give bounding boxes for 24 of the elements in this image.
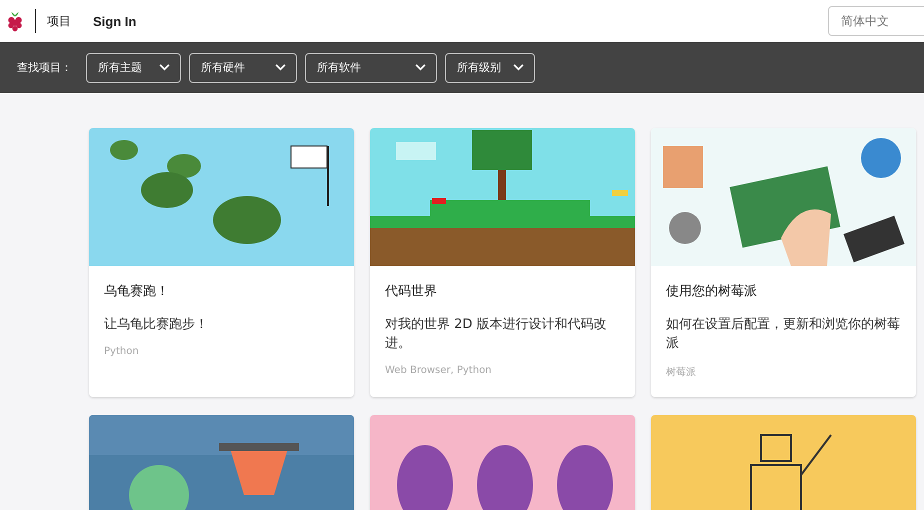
nav-link[interactable]: Sign In (93, 14, 136, 28)
filter-label: 查找项目： (17, 60, 72, 75)
card-title: 代码世界 (385, 283, 438, 300)
filter-dropdown[interactable]: 所有软件 (305, 52, 437, 82)
chevron-icon (159, 64, 170, 71)
card-title: 使用您的树莓派 (666, 283, 758, 300)
filter-dropdown[interactable]: 所有级别 (445, 52, 535, 82)
card-tags: Python (104, 346, 339, 357)
card-title: 乌龟赛跑！ (104, 283, 170, 300)
card-description: 如何在设置后配置，更新和浏览你的树莓派 (666, 316, 901, 353)
card-description: 对我的世界 2D 版本进行设计和代码改进。 (385, 316, 608, 353)
card-tags: 树莓派 (666, 365, 901, 379)
chevron-icon (513, 64, 524, 71)
chevron-icon (415, 64, 426, 71)
chevron-icon (275, 64, 286, 71)
filter-dropdown[interactable]: 所有硬件 (189, 52, 297, 82)
project-card[interactable]: 乌龟赛跑！ 让乌龟比赛跑步！ Python (89, 128, 354, 397)
card-tags: Web Browser, Python (385, 365, 620, 376)
project-card[interactable]: 代码世界 对我的世界 2D 版本进行设计和代码改进。 Web Browser, Python (370, 128, 635, 397)
filter-dropdown[interactable]: 所有主题 (86, 52, 181, 82)
language-field[interactable]: 简体中文 (828, 6, 924, 36)
card-description: 让乌龟比赛跑步！ (104, 316, 209, 334)
nav-link[interactable]: 项目 (47, 12, 71, 30)
project-card[interactable]: 使用您的树莓派 如何在设置后配置，更新和浏览你的树莓派 树莓派 (651, 128, 916, 397)
